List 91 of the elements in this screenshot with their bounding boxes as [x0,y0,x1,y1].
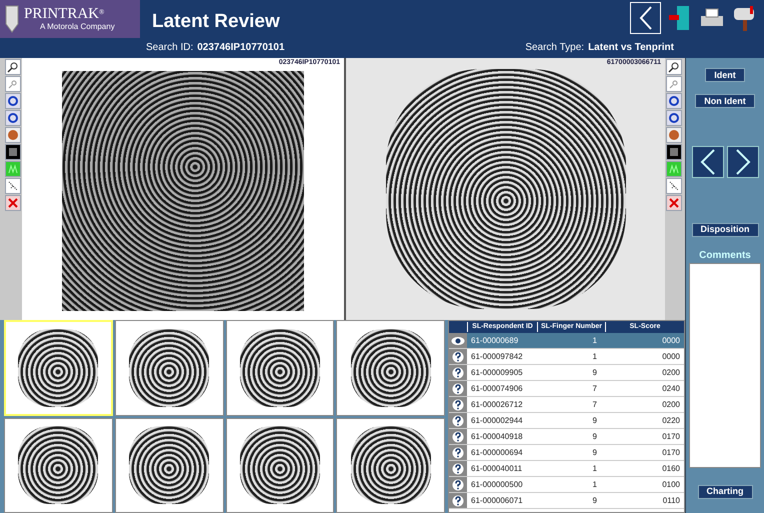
chevron-left-icon [638,6,652,30]
table-cell-text: 0110 [662,494,681,506]
table-cell-text: 0220 [661,414,681,426]
non-ident-button[interactable]: Non Ident [695,94,755,108]
question-mark-icon [452,478,464,490]
table-cell-text: 1 [592,334,598,346]
next-button[interactable] [726,146,758,178]
chevron-left-icon [698,149,716,175]
table-cell-text: 9 [592,494,598,506]
thumbnail-tile[interactable] [114,418,224,513]
table-cell-text: 0200 [661,366,681,378]
table-cell-text: 61-000026712 [470,398,524,410]
table-cell-text: 9 [592,430,598,442]
points-icon[interactable] [666,178,682,194]
table-cell-text: 61-000009905 [470,366,524,378]
zoom-in-icon[interactable] [5,59,21,75]
thumbnail-tile[interactable] [4,418,113,513]
image-contrast-icon[interactable] [5,144,21,160]
table-cell-text: 61-000097842 [470,350,524,362]
question-mark-icon [452,430,464,442]
question-mark-icon [452,398,464,410]
thumbnail-tile[interactable] [336,320,445,416]
search-type-value: Latent vs Tenprint [588,41,674,55]
table-cell-text: 0100 [661,478,681,490]
result-row[interactable]: 61-000000694 9 0170 [449,445,684,461]
table-cell-text: 61-000040011 [470,462,524,474]
table-cell-text: 1 [592,478,598,490]
table-cell-text: 61-000000500 [470,478,524,490]
result-row[interactable]: 61-000009905 9 0200 [449,365,684,381]
table-cell-text: 0160 [661,462,681,474]
search-id-label: Search ID: [146,41,194,55]
thumbnail-tile[interactable] [226,418,334,513]
thumbnail-tile[interactable] [226,320,334,416]
door-icon [666,4,690,32]
points-icon[interactable] [5,178,21,194]
table-cell-text: 61-00000689 [470,334,520,346]
zoom-in-icon[interactable] [666,59,682,75]
table-cell-text: 0170 [661,446,681,458]
table-cell-text: 9 [592,446,598,458]
logo-icon [4,4,20,34]
close-icon[interactable] [5,195,21,211]
table-cell-text: 0000 [661,334,681,346]
result-row[interactable]: 61-000074906 7 0240 [449,381,684,397]
result-row[interactable]: 61-00000689 1 0000 [449,333,684,349]
result-row[interactable]: 61-000000500 1 0100 [449,477,684,493]
logo-tagline: A Motorola Company [39,22,115,32]
table-cell-text: 0200 [661,398,681,410]
question-mark-icon [452,366,464,378]
table-cell-text: 9 [592,414,598,426]
search-id-value: 023746IP10770101 [197,41,285,55]
logo-name: PRINTRAK$^{®}$ [24,6,106,22]
thumbnail-tile[interactable] [114,320,224,416]
ident-button[interactable]: Ident [705,68,745,82]
table-cell-text: 7 [592,382,598,394]
table-cell-text: 61-000040918 [470,430,524,442]
result-row[interactable]: 61-000006071 9 0110 [449,493,684,509]
result-row[interactable]: 61-000040011 1 0160 [449,461,684,477]
search-type-label: Search Type: [525,41,584,55]
window-title: Latent Review [152,10,280,34]
disposition-button[interactable]: Disposition [692,222,758,236]
result-row[interactable]: 61-000040918 9 0170 [449,429,684,445]
result-row[interactable]: 61-000026712 7 0200 [449,397,684,413]
thumbnail-tile[interactable] [336,418,445,513]
close-icon[interactable] [666,195,682,211]
comments-label: Comments [699,249,751,263]
question-mark-icon [452,414,464,426]
question-mark-icon [452,382,464,394]
question-mark-icon [452,494,464,506]
charting-button[interactable]: Charting [698,484,752,498]
comments-field[interactable] [689,263,761,468]
eye-icon [451,336,465,346]
previous-button[interactable] [692,146,724,178]
table-cell-text: 0240 [661,382,681,394]
question-mark-icon [452,462,464,474]
table-cell-text: 61-000000694 [470,446,524,458]
question-mark-icon [452,446,464,458]
table-cell-text: 1 [592,350,598,362]
table-cell-text: 0000 [661,350,681,362]
table-cell-text: 0170 [661,430,681,442]
image-contrast-icon[interactable] [666,144,682,160]
question-mark-icon [452,350,464,362]
table-cell-text: 9 [592,366,598,378]
table-cell-text: 1 [592,462,598,474]
table-cell-text: 61-000006071 [470,494,524,506]
table-cell-text: 61-000074906 [470,382,524,394]
table-cell-text: 61-000002944 [470,414,524,426]
chevron-right-icon [734,149,752,175]
table-cell-text: 7 [592,398,598,410]
result-row[interactable]: 61-000097842 1 0000 [449,349,684,365]
result-row[interactable]: 61-000002944 9 0220 [449,413,684,429]
back-button[interactable] [630,2,661,34]
